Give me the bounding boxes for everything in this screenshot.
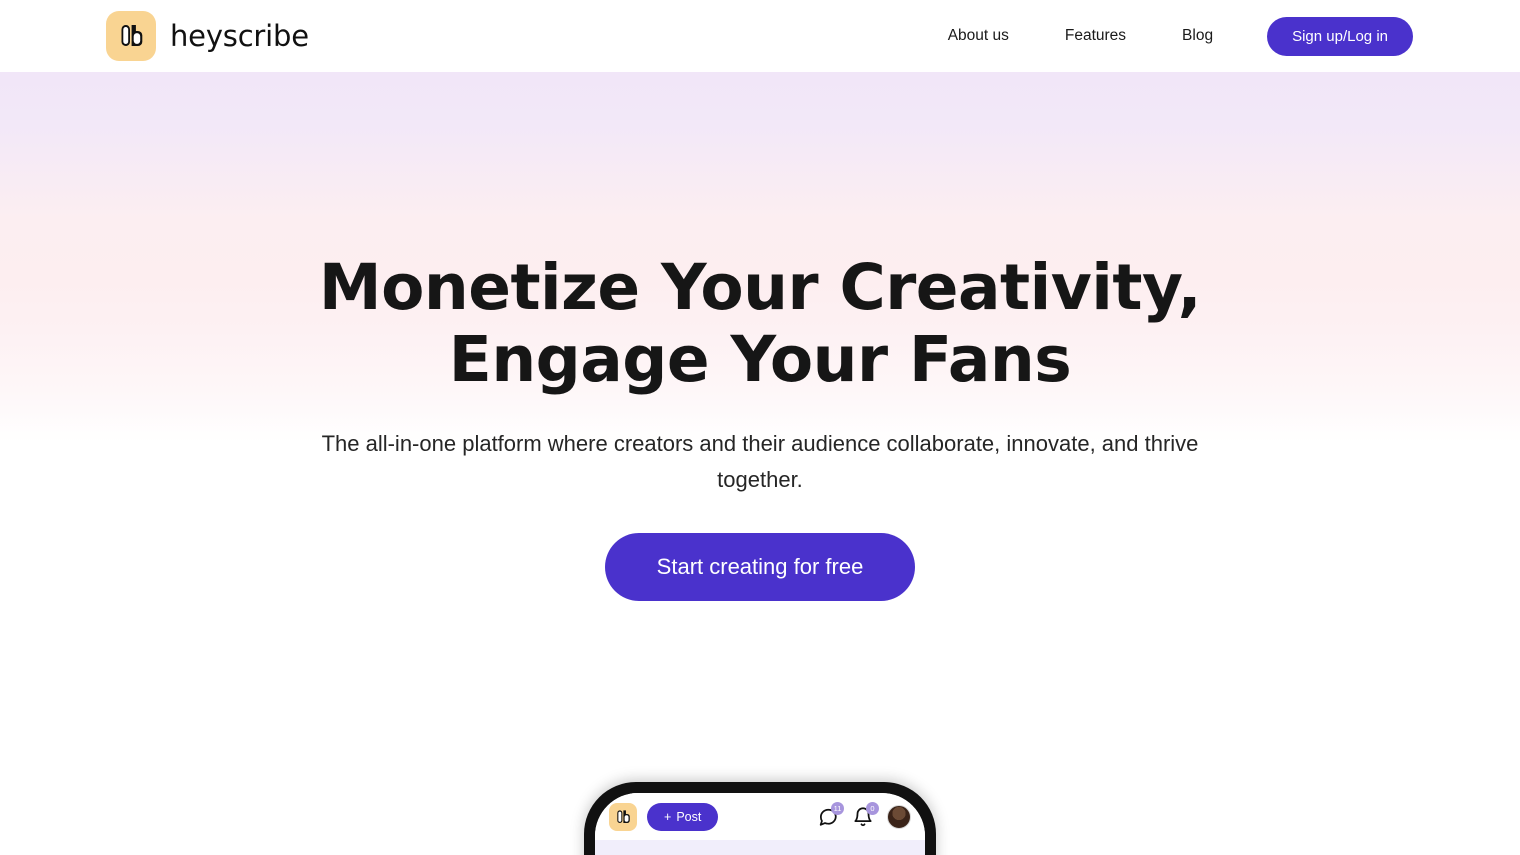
phone-heyscribe-logo-icon[interactable]: [609, 802, 637, 831]
avatar[interactable]: [887, 804, 911, 829]
messages-button[interactable]: 11: [817, 801, 844, 828]
nav-links: About us Features Blog Sign up/Log in: [920, 16, 1413, 56]
phone-app-content-area: [595, 840, 925, 855]
phone-topbar-actions: 11 0: [817, 801, 911, 829]
hero-title-line-2: Engage Your Fans: [448, 322, 1072, 396]
messages-badge: 11: [831, 801, 844, 815]
phone-mockup: + Post 11 0: [584, 782, 936, 855]
brand-logo[interactable]: heyscribe: [106, 11, 309, 61]
phone-post-button[interactable]: + Post: [647, 802, 719, 831]
phone-post-button-label: Post: [676, 809, 702, 824]
notifications-button[interactable]: 0: [852, 801, 879, 828]
top-navigation-bar: heyscribe About us Features Blog Sign up…: [0, 0, 1520, 72]
start-creating-for-free-button[interactable]: Start creating for free: [604, 532, 916, 601]
heyscribe-logo-icon: [106, 11, 156, 61]
hero-section: Monetize Your Creativity, Engage Your Fa…: [0, 0, 1520, 601]
signup-login-button[interactable]: Sign up/Log in: [1267, 16, 1413, 56]
hero-cta-container: Start creating for free: [0, 532, 1520, 601]
notifications-badge: 0: [866, 801, 879, 815]
nav-link-about-us[interactable]: About us: [920, 27, 1037, 45]
hero-subtitle: The all-in-one platform where creators a…: [321, 430, 1199, 493]
nav-link-features[interactable]: Features: [1037, 27, 1154, 45]
phone-app-topbar: + Post 11 0: [595, 793, 925, 840]
hero-title-line-1: Monetize Your Creativity,: [318, 251, 1202, 324]
phone-screen: + Post 11 0: [595, 793, 925, 855]
brand-name-text: heyscribe: [170, 19, 309, 53]
page-title: Monetize Your Creativity, Engage Your Fa…: [0, 252, 1520, 396]
plus-icon: +: [664, 809, 672, 824]
nav-link-blog[interactable]: Blog: [1154, 27, 1241, 45]
